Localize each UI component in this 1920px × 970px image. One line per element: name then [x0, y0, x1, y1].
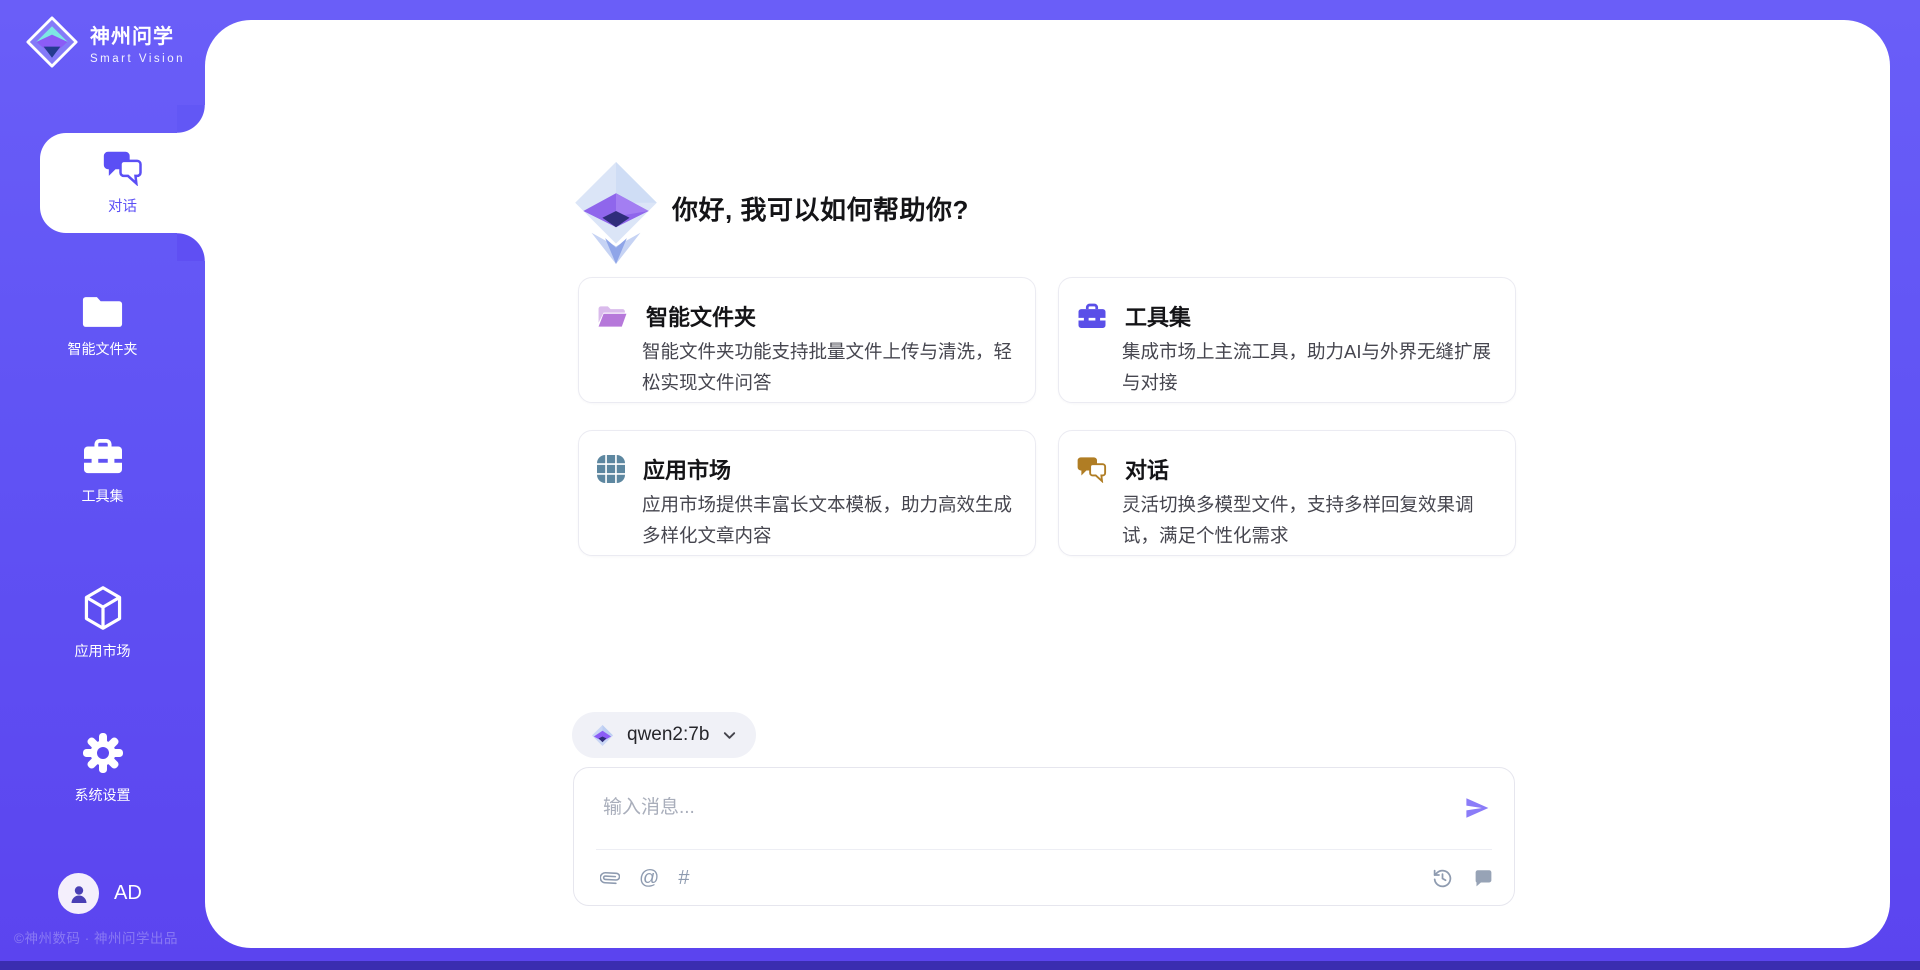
brand-name: 神州问学 [90, 20, 185, 49]
toolbox-icon [82, 438, 124, 476]
message-input[interactable] [603, 797, 1464, 819]
toolbox-icon [1077, 303, 1107, 330]
diamond-logo-icon [591, 724, 614, 747]
cube-icon [82, 585, 124, 631]
sidebar-item-label: 应用市场 [75, 641, 131, 661]
card-title: 智能文件夹 [646, 300, 756, 332]
brand: 神州问学 Smart Vision [26, 16, 185, 68]
card-description: 应用市场提供丰富长文本模板，助力高效生成多样化文章内容 [642, 489, 1024, 551]
card-title: 工具集 [1125, 300, 1191, 332]
at-icon[interactable]: @ [639, 868, 659, 888]
open-folder-icon [597, 304, 628, 329]
app-diamond-logo [575, 162, 657, 269]
feature-cards: 智能文件夹 智能文件夹功能支持批量文件上传与清洗，轻松实现文件问答 工具集 集成… [578, 277, 1516, 556]
sidebar-item-toolset[interactable]: 工具集 [0, 438, 205, 506]
history-icon[interactable] [1432, 868, 1453, 889]
model-selector[interactable]: qwen2:7b [572, 712, 756, 758]
sidebar-item-settings[interactable]: 系统设置 [0, 731, 205, 805]
user-profile[interactable]: AD [58, 873, 142, 914]
chat-bubbles-icon [103, 150, 143, 186]
main-panel: 你好, 我可以如何帮助你? 智能文件夹 智能文件夹功能支持批量文件上传与清洗，轻… [205, 20, 1890, 948]
chevron-down-icon [722, 728, 737, 743]
gear-icon [81, 731, 125, 775]
card-description: 灵活切换多模型文件，支持多样回复效果调试，满足个性化需求 [1122, 489, 1504, 551]
brand-subtitle: Smart Vision [90, 53, 185, 65]
card-description: 智能文件夹功能支持批量文件上传与清洗，轻松实现文件问答 [642, 336, 1024, 398]
avatar [58, 873, 99, 914]
chat-bubbles-icon [1077, 456, 1107, 483]
hash-icon[interactable]: # [678, 868, 689, 888]
paperclip-icon[interactable] [600, 868, 620, 888]
send-icon[interactable] [1464, 795, 1490, 821]
card-description: 集成市场上主流工具，助力AI与外界无缝扩展与对接 [1122, 336, 1504, 398]
page-title: 你好, 我可以如何帮助你? [672, 190, 969, 227]
sidebar-item-app-market[interactable]: 应用市场 [0, 585, 205, 661]
brand-diamond-icon [26, 16, 78, 68]
card-toolset[interactable]: 工具集 集成市场上主流工具，助力AI与外界无缝扩展与对接 [1058, 277, 1516, 403]
user-initials: AD [114, 882, 142, 905]
active-tab-curve-top [177, 105, 205, 133]
grid-icon [597, 455, 625, 483]
sidebar-item-chat[interactable]: 对话 [40, 133, 205, 233]
message-composer: @ # [573, 767, 1515, 906]
sidebar-item-label: 智能文件夹 [68, 339, 138, 359]
folder-icon [82, 295, 123, 329]
copyright: ©神州数码 · 神州问学出品 [14, 927, 178, 947]
sidebar-item-label: 工具集 [82, 486, 124, 506]
card-app-market[interactable]: 应用市场 应用市场提供丰富长文本模板，助力高效生成多样化文章内容 [578, 430, 1036, 556]
active-tab-curve-bottom [177, 233, 205, 261]
model-name: qwen2:7b [627, 724, 709, 746]
card-title: 应用市场 [643, 453, 731, 485]
sidebar: 神州问学 Smart Vision 对话 智能文件夹 [0, 0, 205, 970]
sidebar-item-smart-folder[interactable]: 智能文件夹 [0, 295, 205, 359]
card-smart-folder[interactable]: 智能文件夹 智能文件夹功能支持批量文件上传与清洗，轻松实现文件问答 [578, 277, 1036, 403]
card-title: 对话 [1125, 453, 1169, 485]
footer-bar [0, 961, 1920, 970]
sidebar-item-label: 对话 [108, 195, 137, 216]
comment-icon[interactable] [1473, 868, 1494, 889]
card-chat[interactable]: 对话 灵活切换多模型文件，支持多样回复效果调试，满足个性化需求 [1058, 430, 1516, 556]
sidebar-item-label: 系统设置 [75, 785, 131, 805]
